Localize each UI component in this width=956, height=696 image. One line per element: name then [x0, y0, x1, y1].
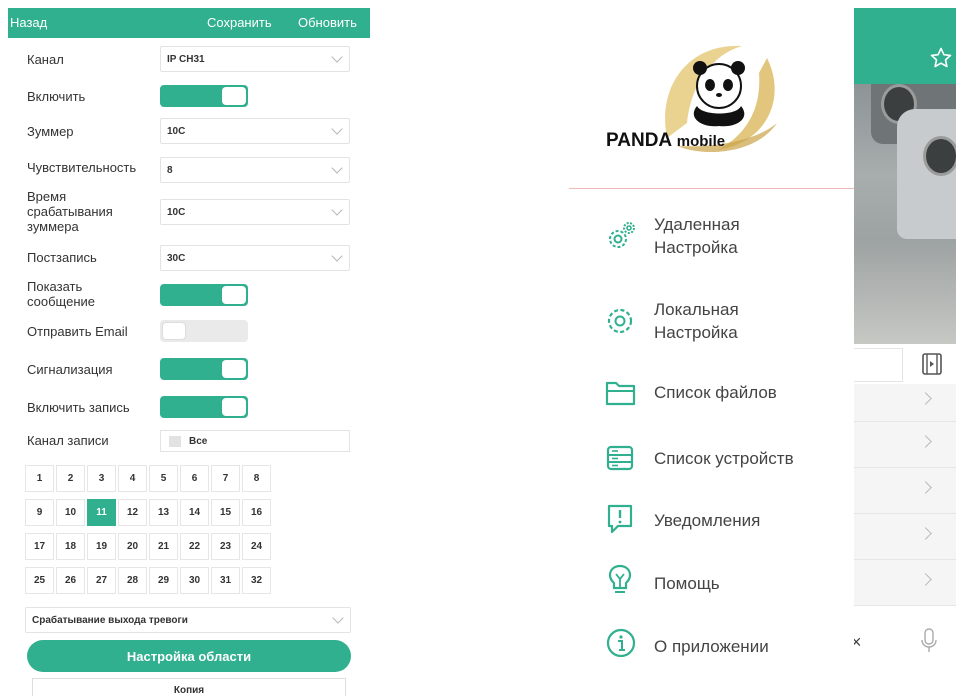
channel-cell-27[interactable]: 27	[87, 567, 116, 594]
navigation-drawer: PANDA mobile Удаленная Настройка Локальн…	[567, 0, 854, 696]
buzzer-label: Зуммер	[27, 124, 74, 139]
show-message-label: Показать сообщение	[27, 279, 96, 309]
show-message-toggle[interactable]	[160, 284, 248, 306]
channel-cell-5[interactable]: 5	[149, 465, 178, 492]
area-settings-button[interactable]: Настройка области	[27, 640, 351, 672]
info-icon	[606, 628, 636, 658]
alarm-toggle[interactable]	[160, 358, 248, 380]
menu-local-settings[interactable]: Локальная Настройка	[567, 298, 854, 348]
list-item[interactable]	[851, 468, 956, 514]
enable-record-toggle[interactable]	[160, 396, 248, 418]
refresh-button[interactable]: Обновить	[298, 15, 357, 30]
alarm-label: Сигнализация	[27, 362, 113, 377]
channel-cell-23[interactable]: 23	[211, 533, 240, 560]
alarm-settings-panel: Назад Сохранить Обновить Канал IP CH31 В…	[8, 0, 370, 696]
post-record-label: Постзапись	[27, 250, 97, 265]
channel-cell-17[interactable]: 17	[25, 533, 54, 560]
enable-label: Включить	[27, 89, 86, 104]
search-input[interactable]	[851, 348, 903, 382]
folder-icon	[605, 381, 636, 406]
channel-label: Канал	[27, 52, 64, 67]
channel-cell-19[interactable]: 19	[87, 533, 116, 560]
sensitivity-select[interactable]: 8	[160, 157, 350, 183]
channel-cell-10[interactable]: 10	[56, 499, 85, 526]
menu-notifications[interactable]: Уведомления	[567, 502, 854, 540]
channel-cell-31[interactable]: 31	[211, 567, 240, 594]
menu-about[interactable]: О приложении	[567, 626, 854, 664]
buzzer-select[interactable]: 10С	[160, 118, 350, 144]
channel-cell-26[interactable]: 26	[56, 567, 85, 594]
back-button[interactable]: Назад	[10, 15, 47, 30]
channel-cell-4[interactable]: 4	[118, 465, 147, 492]
channel-select[interactable]: IP CH31	[160, 46, 350, 72]
channel-cell-16[interactable]: 16	[242, 499, 271, 526]
record-all-checkbox[interactable]: Все	[160, 430, 350, 452]
gears-icon	[609, 222, 635, 248]
brand-name: PANDA mobile	[606, 130, 726, 151]
channel-cell-20[interactable]: 20	[118, 533, 147, 560]
channel-cell-2[interactable]: 2	[56, 465, 85, 492]
channel-cell-8[interactable]: 8	[242, 465, 271, 492]
list-item[interactable]	[851, 422, 956, 468]
channel-cell-13[interactable]: 13	[149, 499, 178, 526]
send-email-label: Отправить Email	[27, 324, 128, 339]
channel-cell-18[interactable]: 18	[56, 533, 85, 560]
send-email-toggle[interactable]	[160, 320, 248, 342]
chevron-down-icon	[332, 612, 344, 624]
sensitivity-label: Чувствительность	[27, 160, 137, 175]
enable-record-label: Включить запись	[27, 400, 130, 415]
menu-file-list[interactable]: Список файлов	[567, 376, 854, 412]
notification-icon	[607, 504, 633, 534]
channel-cell-6[interactable]: 6	[180, 465, 209, 492]
menu-remote-settings[interactable]: Удаленная Настройка	[567, 213, 854, 263]
channel-cell-22[interactable]: 22	[180, 533, 209, 560]
film-icon[interactable]	[921, 352, 943, 376]
buzzer-time-label: Время срабатывания зуммера	[27, 189, 113, 234]
buzzer-time-select[interactable]: 10С	[160, 199, 350, 225]
help-bulb-icon	[608, 564, 632, 593]
channel-cell-24[interactable]: 24	[242, 533, 271, 560]
copy-button[interactable]: Копия	[32, 678, 346, 696]
app-header	[851, 8, 956, 84]
chevron-down-icon	[331, 204, 343, 216]
star-icon[interactable]	[929, 46, 953, 70]
menu-device-list[interactable]: Список устройств	[567, 440, 854, 476]
alarm-output-select[interactable]: Срабатывание выхода тревоги	[25, 607, 351, 633]
chevron-down-icon	[331, 123, 343, 135]
record-channel-label: Канал записи	[27, 433, 109, 448]
channel-cell-12[interactable]: 12	[118, 499, 147, 526]
post-record-select[interactable]: 30С	[160, 245, 350, 271]
server-icon	[606, 445, 634, 471]
gear-icon	[607, 308, 633, 334]
list-item[interactable]	[851, 384, 956, 422]
microphone-icon[interactable]	[919, 626, 939, 656]
camera-preview[interactable]	[851, 84, 956, 344]
channel-cell-3[interactable]: 3	[87, 465, 116, 492]
divider	[569, 188, 854, 189]
channel-cell-1[interactable]: 1	[25, 465, 54, 492]
save-button[interactable]: Сохранить	[207, 15, 272, 30]
channel-cell-32[interactable]: 32	[242, 567, 271, 594]
chevron-down-icon	[331, 250, 343, 262]
channel-cell-30[interactable]: 30	[180, 567, 209, 594]
channel-cell-11[interactable]: 11	[87, 499, 116, 526]
chevron-down-icon	[331, 162, 343, 174]
channel-cell-15[interactable]: 15	[211, 499, 240, 526]
checkbox-icon	[169, 436, 181, 447]
channel-cell-7[interactable]: 7	[211, 465, 240, 492]
chevron-down-icon	[331, 51, 343, 63]
channel-cell-25[interactable]: 25	[25, 567, 54, 594]
channel-cell-21[interactable]: 21	[149, 533, 178, 560]
list-item[interactable]	[851, 514, 956, 560]
main-screen-background: ×	[851, 0, 956, 696]
enable-toggle[interactable]	[160, 85, 248, 107]
channel-cell-29[interactable]: 29	[149, 567, 178, 594]
menu-help[interactable]: Помощь	[567, 563, 854, 601]
top-bar: Назад Сохранить Обновить	[8, 8, 370, 38]
list-item[interactable]	[851, 560, 956, 606]
channel-cell-9[interactable]: 9	[25, 499, 54, 526]
channel-cell-28[interactable]: 28	[118, 567, 147, 594]
channel-cell-14[interactable]: 14	[180, 499, 209, 526]
